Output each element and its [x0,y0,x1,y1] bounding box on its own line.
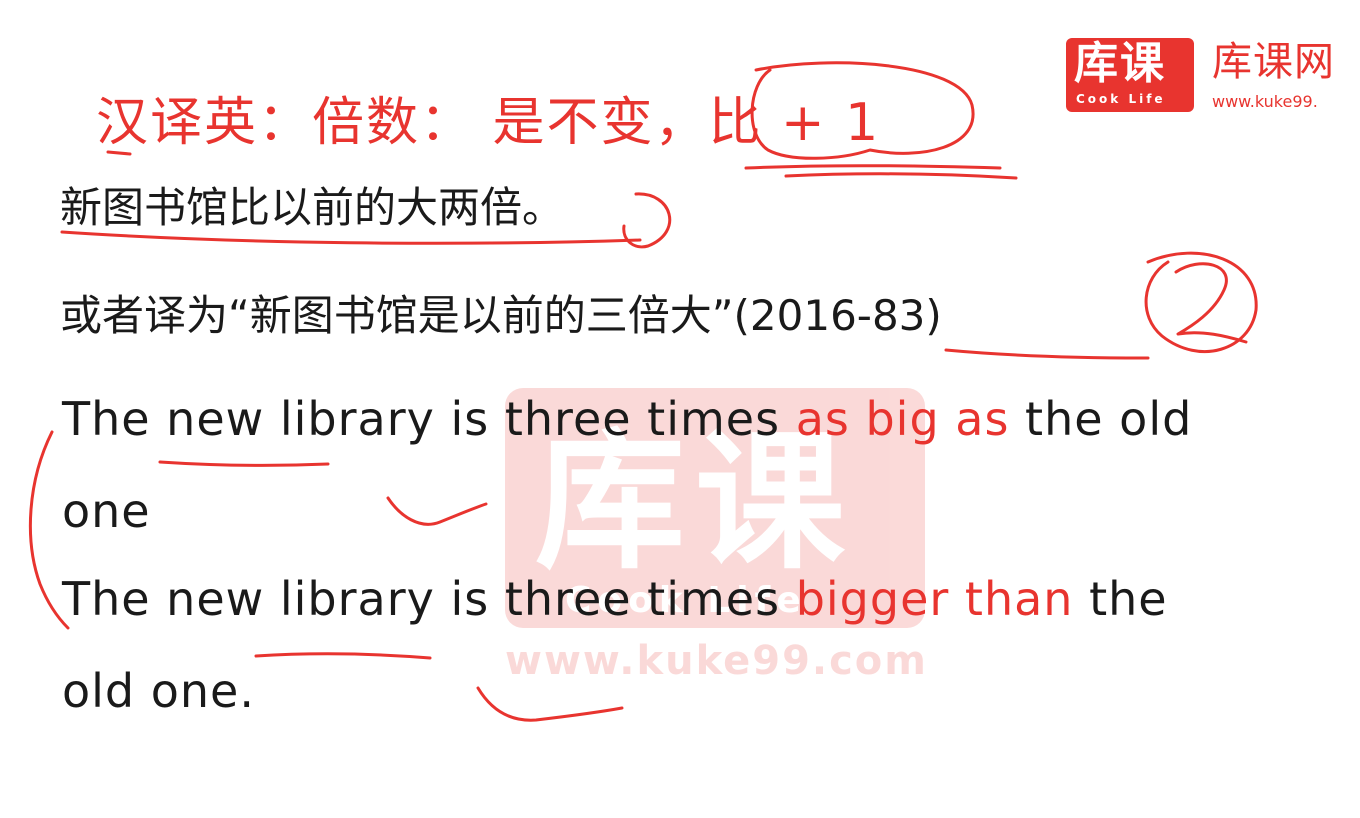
check-mark-2 [476,686,624,722]
circle-around-two [1144,251,1258,353]
chinese-sentence: 新图书馆比以前的大两倍。 [60,183,565,232]
slide-title: 汉译英：倍数： 是不变，比 + 1 [96,93,881,153]
watermark-logo-text: 库课 [535,416,856,590]
paren-after-cn-sentence [622,192,672,249]
english-sentence-2-continued: old one. [62,664,255,718]
underline-new-1 [158,460,330,467]
underline-new-2 [254,652,432,660]
sentence-2-tail: the [1073,572,1168,626]
check-mark-1 [386,496,488,526]
logo-site-name: 库课网 [1212,39,1335,85]
logo-badge-text: 库课 [1074,38,1166,89]
english-sentence-1: The new library is three times as big as… [62,392,1192,446]
number-two-mark [1174,262,1248,344]
logo-badge-sub: Cook Life [1076,92,1166,106]
underline-year [944,348,1150,360]
english-sentence-2: The new library is three times bigger th… [62,572,1168,626]
sentence-1-highlight: as big as [795,392,1010,446]
sentence-1-text: The new library is three times [62,392,796,446]
logo-url: www.kuke99. [1212,92,1318,111]
chinese-alternative: 或者译为“新图书馆是以前的三倍大”(2016-83) [60,291,942,340]
double-underline-2 [784,172,1018,180]
sentence-2-text: The new library is three times [62,572,796,626]
sentence-1-tail: the old [1009,392,1193,446]
sentence-2-highlight: bigger than [795,572,1074,626]
watermark-url: www.kuke99.com [505,638,928,684]
double-underline-1 [744,164,1002,170]
brand-logo: 库课 Cook Life 库课网 www.kuke99. [1066,38,1360,116]
english-sentence-1-continued: one [62,484,151,538]
lecture-slide: 库课 Cook Life www.kuke99.com 库课 Cook Life… [0,0,1360,818]
